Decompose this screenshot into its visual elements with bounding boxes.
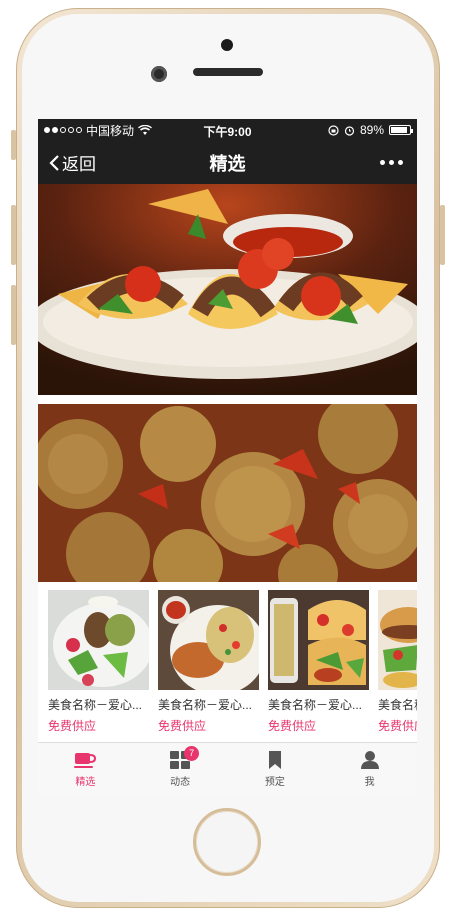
food-thumbnail — [48, 590, 149, 690]
carrier-name: 中国移动 — [86, 123, 135, 138]
back-button[interactable]: 返回 — [38, 150, 96, 175]
food-card[interactable]: 美食名称－爱心... 免费供应 — [48, 590, 149, 747]
volume-down-button — [11, 285, 16, 345]
notification-badge: 7 — [184, 746, 200, 761]
tab-me-label: 我 — [364, 776, 375, 788]
free-tag: 免费供应 — [158, 719, 207, 733]
volume-up-button — [11, 205, 16, 265]
rotation-lock-icon — [328, 124, 339, 136]
food-thumbnail — [378, 590, 417, 690]
coffee-cup-icon — [74, 752, 97, 768]
food-card[interactable]: 美食名称－爱心... 免费供应 — [158, 590, 259, 747]
food-name: 美食名称－爱心... — [268, 698, 363, 712]
free-tag: 免费供应 — [378, 719, 417, 733]
tab-featured-label: 精选 — [75, 776, 96, 788]
proximity-sensor — [221, 39, 233, 51]
battery-icon — [389, 125, 413, 135]
mute-switch — [11, 130, 16, 160]
tab-feed[interactable]: 7 动态 — [133, 743, 228, 794]
battery-percent: 89% — [359, 123, 384, 137]
food-card[interactable]: 美食名称－爱心... 免费供应 — [268, 590, 369, 747]
meatballs-photo — [38, 404, 417, 582]
earpiece-speaker — [193, 68, 263, 76]
tacos-banner-image[interactable] — [38, 184, 417, 395]
tab-feed-label: 动态 — [170, 776, 191, 788]
meatballs-banner-image[interactable] — [38, 404, 417, 582]
navigation-bar: 返回 精选 — [38, 141, 417, 184]
bookmark-icon — [268, 750, 281, 769]
more-button[interactable] — [380, 160, 417, 165]
selection-pointer — [220, 582, 236, 583]
home-button[interactable] — [193, 808, 261, 876]
front-camera — [151, 66, 167, 82]
power-button — [440, 205, 445, 265]
chevron-left-icon — [49, 154, 59, 171]
food-card[interactable]: 美食名称－爱心... 免费供应 — [378, 590, 417, 747]
food-name: 美食名称－爱心... — [158, 698, 253, 712]
status-bar: 中国移动 下午9:00 89% — [38, 119, 417, 141]
food-thumbnail — [268, 590, 369, 690]
signal-strength-icon — [44, 127, 82, 133]
tab-featured[interactable]: 精选 — [38, 743, 133, 794]
tacos-photo — [38, 184, 417, 395]
tab-bar: 精选 7 动态 预定 我 — [38, 742, 417, 794]
thumbnail-strip: 美食名称－爱心... 免费供应 美食名称－爱心... 免费供应 美食名称－爱心.… — [38, 582, 417, 747]
tab-me[interactable]: 我 — [322, 743, 417, 794]
tab-booking[interactable]: 预定 — [228, 743, 323, 794]
tab-booking-label: 预定 — [264, 776, 285, 788]
food-thumbnail — [158, 590, 259, 690]
wifi-icon — [138, 124, 152, 135]
person-icon — [360, 750, 379, 769]
alarm-icon — [344, 125, 355, 136]
food-name: 美食名称－爱心... — [378, 698, 417, 712]
food-name: 美食名称－爱心... — [48, 698, 143, 712]
free-tag: 免费供应 — [48, 719, 97, 733]
back-label: 返回 — [62, 155, 96, 174]
app-screen: 中国移动 下午9:00 89% 返回 精选 美食名称－爱心... 免费供应 美食… — [38, 119, 417, 794]
free-tag: 免费供应 — [268, 719, 317, 733]
